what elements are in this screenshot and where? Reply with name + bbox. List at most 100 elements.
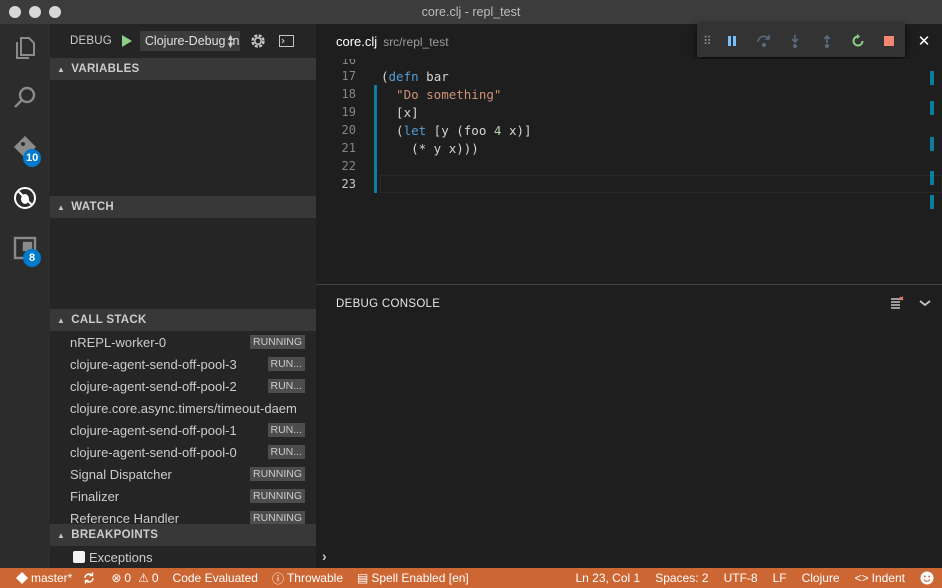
throwable-status[interactable]: ⓘ Throwable (272, 570, 343, 587)
eol-setting[interactable]: LF (773, 571, 787, 585)
line-number: 20 (341, 123, 356, 137)
code-text: [x] (381, 104, 419, 120)
problems-indicator[interactable]: ⊗ 0 ⚠ 0 (111, 571, 158, 585)
code-line: 19 [x] (316, 103, 942, 121)
variables-list (50, 80, 316, 196)
call-stack-item[interactable]: nREPL-worker-0 RUNNING (50, 331, 316, 353)
code-text: (let [y (foo 4 x)] (381, 122, 532, 138)
ruler-marker (930, 137, 934, 151)
thread-state-badge: RUNNING (250, 335, 305, 349)
restart-button[interactable] (842, 31, 873, 51)
call-stack-item[interactable]: clojure-agent-send-off-pool-1 RUN... (50, 419, 316, 441)
thread-state-badge: RUN... (267, 379, 305, 393)
call-stack-item[interactable]: Signal Dispatcher RUNNING (50, 463, 316, 485)
thread-state-badge: RUNNING (250, 511, 305, 525)
code-brackets-icon: <> (854, 571, 869, 585)
variables-section-header[interactable]: ▲ VARIABLES (50, 58, 316, 80)
debug-sidebar: DEBUG Clojure-Debug In ▲ ▼ ▲ VARIABLES ▲ … (50, 24, 316, 568)
thread-state-badge: RUN... (267, 423, 305, 437)
code-text: "Do something" (381, 86, 502, 102)
call-stack-item[interactable]: clojure-agent-send-off-pool-2 RUN... (50, 375, 316, 397)
line-number: 21 (341, 141, 356, 155)
repl-input-prompt[interactable]: › (322, 548, 327, 564)
step-out-button[interactable] (811, 31, 842, 51)
call-stack-section-header[interactable]: ▲ CALL STACK (50, 309, 316, 331)
debug-icon[interactable] (0, 174, 50, 222)
code-text: (defn bar (381, 68, 449, 84)
code-text: (* y x))) (381, 140, 479, 156)
call-stack-item[interactable]: clojure-agent-send-off-pool-3 RUN... (50, 353, 316, 375)
code-evaluated-status[interactable]: Code Evaluated (173, 571, 258, 585)
start-debugging-button[interactable] (120, 33, 134, 49)
panel-header: DEBUG CONSOLE (316, 285, 942, 323)
open-console-icon[interactable] (279, 34, 295, 48)
pause-icon (728, 35, 737, 46)
indentation-setting[interactable]: Spaces: 2 (655, 571, 708, 585)
watch-section-header[interactable]: ▲ WATCH (50, 196, 316, 218)
select-arrows-icon: ▲ ▼ (225, 32, 235, 50)
watch-title: WATCH (71, 201, 115, 213)
extensions-icon[interactable]: 8 (0, 224, 50, 272)
call-stack-item[interactable]: clojure-agent-send-off-pool-0 RUN... (50, 441, 316, 463)
thread-state-badge: RUN... (267, 357, 305, 371)
pause-button[interactable] (717, 31, 748, 51)
close-icon[interactable]: ✕ (912, 32, 936, 50)
thread-state-badge: RUN... (267, 445, 305, 459)
git-branch[interactable]: master* (16, 571, 72, 585)
zoom-window-button[interactable] (49, 6, 61, 18)
ruler-marker (930, 195, 934, 209)
call-stack-item[interactable]: clojure.core.async.timers/timeout-daem (50, 397, 316, 419)
step-over-button[interactable] (748, 31, 779, 51)
variables-title: VARIABLES (71, 63, 140, 75)
explorer-icon[interactable] (0, 24, 50, 72)
search-icon[interactable] (0, 74, 50, 122)
step-into-icon (791, 34, 799, 48)
spell-status[interactable]: ▤ Spell Enabled [en] (357, 571, 469, 585)
close-window-button[interactable] (9, 6, 21, 18)
ruler-marker (930, 171, 934, 185)
code-editor[interactable]: 16 17 (defn bar 18 "Do something" 19 [x]… (316, 59, 942, 284)
feedback-smiley-icon[interactable] (920, 571, 934, 585)
indent-status[interactable]: <> Indent (855, 571, 905, 585)
expanded-chevron-icon: ▲ (57, 202, 66, 212)
drag-handle-icon[interactable]: ⠿ (703, 34, 717, 48)
chevron-down-icon[interactable] (918, 298, 932, 311)
ruler-marker (930, 101, 934, 115)
encoding-setting[interactable]: UTF-8 (724, 571, 758, 585)
ruler-marker (930, 71, 934, 85)
code-line: 22 (316, 157, 942, 175)
expanded-chevron-icon: ▲ (57, 530, 66, 540)
line-number: 22 (341, 159, 356, 173)
expanded-chevron-icon: ▲ (57, 64, 66, 74)
debug-configuration-select[interactable]: Clojure-Debug In ▲ ▼ (139, 31, 240, 51)
cursor-position[interactable]: Ln 23, Col 1 (575, 571, 640, 585)
minimize-window-button[interactable] (29, 6, 41, 18)
clear-console-icon[interactable] (890, 296, 904, 313)
call-stack-title: CALL STACK (71, 314, 147, 326)
gear-icon[interactable] (249, 32, 267, 50)
exceptions-checkbox[interactable] (73, 551, 85, 563)
debug-label: DEBUG (70, 35, 112, 47)
info-icon: ⓘ (271, 571, 284, 586)
sync-icon[interactable] (83, 572, 95, 584)
restart-icon (852, 33, 864, 46)
breakpoint-item[interactable]: Exceptions (50, 546, 153, 568)
debug-toolbar: DEBUG Clojure-Debug In ▲ ▼ (50, 24, 316, 58)
language-mode[interactable]: Clojure (802, 571, 840, 585)
code-line: 18 "Do something" (316, 85, 942, 103)
window-controls[interactable] (9, 6, 61, 18)
panel-title[interactable]: DEBUG CONSOLE (336, 298, 440, 310)
call-stack-item[interactable]: Finalizer RUNNING (50, 485, 316, 507)
step-into-button[interactable] (779, 31, 810, 51)
breakpoints-section-header[interactable]: ▲ BREAKPOINTS (50, 524, 316, 546)
extensions-badge: 8 (23, 249, 41, 267)
source-control-icon[interactable]: 10 (0, 124, 50, 172)
window-title: core.clj - repl_test (421, 5, 521, 19)
title-bar: core.clj - repl_test (0, 0, 942, 24)
debug-action-bar: ⠿ (697, 24, 905, 57)
warning-icon: ⚠ (138, 571, 149, 585)
stop-button[interactable] (874, 31, 905, 51)
overview-ruler[interactable] (930, 59, 942, 209)
breakpoints-title: BREAKPOINTS (71, 529, 159, 541)
editor-tab[interactable]: core.clj (336, 34, 377, 49)
